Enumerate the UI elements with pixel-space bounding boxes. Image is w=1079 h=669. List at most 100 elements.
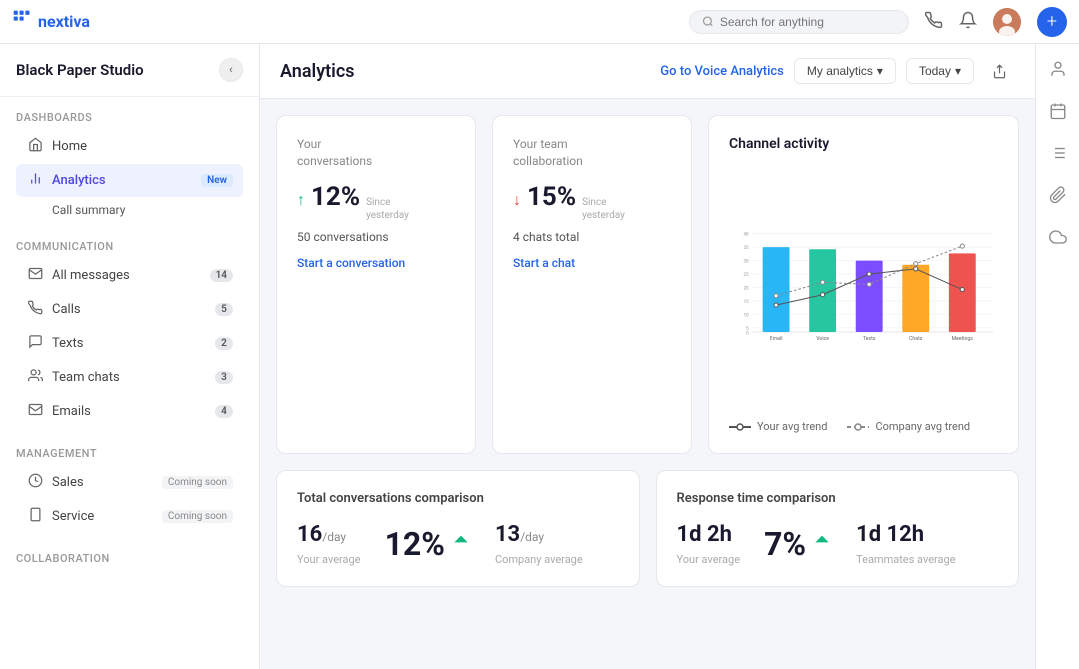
collaboration-card-title: Your team collaboration bbox=[513, 136, 671, 170]
svg-text:30: 30 bbox=[743, 259, 749, 265]
collaboration-percent: 15% bbox=[527, 182, 576, 212]
bar-chart-area: 40 35 30 25 20 15 10 5 0 bbox=[729, 168, 998, 408]
logo-text: nextiva bbox=[38, 12, 90, 31]
sidebar-item-sales[interactable]: Sales Coming soon bbox=[16, 466, 243, 499]
bottom-cards-row: Total conversations comparison 16/day Yo… bbox=[276, 470, 1019, 587]
analytics-label: Analytics bbox=[52, 173, 193, 188]
my-analytics-dropdown[interactable]: My analytics ▾ bbox=[794, 58, 896, 84]
share-icon bbox=[992, 64, 1007, 79]
emails-badge: 4 bbox=[215, 405, 233, 418]
sidebar-item-home[interactable]: Home bbox=[16, 130, 243, 163]
response-teammates-avg-num: 1d 12h bbox=[856, 522, 955, 547]
my-analytics-label: My analytics bbox=[807, 64, 873, 78]
conversations-card-title: Your conversations bbox=[297, 136, 455, 170]
avatar[interactable] bbox=[993, 8, 1021, 36]
team-chats-label: Team chats bbox=[52, 370, 207, 385]
sidebar-item-call-summary[interactable]: Call summary bbox=[16, 198, 243, 222]
cloud-icon[interactable] bbox=[1049, 228, 1067, 250]
page-title: Analytics bbox=[280, 61, 644, 82]
total-comparison-card: Total conversations comparison 16/day Yo… bbox=[276, 470, 640, 587]
svg-text:40: 40 bbox=[743, 232, 749, 238]
logo[interactable]: nextiva bbox=[12, 9, 90, 34]
conversations-since: Sinceyesterday bbox=[366, 196, 409, 222]
section-label-collaboration: Collaboration bbox=[16, 552, 243, 565]
svg-text:10: 10 bbox=[743, 312, 749, 318]
top-cards-row: Your conversations ↑ 12% Sinceyesterday … bbox=[276, 115, 1019, 454]
emails-label: Emails bbox=[52, 404, 207, 419]
page-header-actions: Go to Voice Analytics My analytics ▾ Tod… bbox=[660, 58, 1015, 84]
chart-legend: Your avg trend Company avg trend bbox=[729, 420, 998, 433]
analytics-icon bbox=[26, 171, 44, 190]
total-your-label: Your average bbox=[297, 553, 361, 566]
collaboration-arrow-down: ↓ bbox=[513, 190, 521, 210]
start-conversation-link[interactable]: Start a conversation bbox=[297, 256, 455, 270]
sidebar-item-analytics[interactable]: Analytics New bbox=[16, 164, 243, 197]
top-nav-icons: + bbox=[925, 7, 1067, 37]
calls-badge: 5 bbox=[215, 303, 233, 316]
sidebar-item-service[interactable]: Service Coming soon bbox=[16, 500, 243, 533]
service-label: Service bbox=[52, 509, 150, 524]
all-messages-badge: 14 bbox=[210, 269, 233, 282]
bar-chart-svg: 40 35 30 25 20 15 10 5 0 bbox=[729, 168, 998, 408]
sidebar-item-team-chats[interactable]: Team chats 3 bbox=[16, 361, 243, 394]
sidebar-item-texts[interactable]: Texts 2 bbox=[16, 327, 243, 360]
bell-icon[interactable] bbox=[959, 11, 977, 33]
texts-label: Texts bbox=[52, 336, 207, 351]
voice-analytics-link[interactable]: Go to Voice Analytics bbox=[660, 64, 784, 79]
conversations-count: 50 conversations bbox=[297, 230, 455, 244]
total-comp-values: 16/day Your average 12% 13/ bbox=[297, 522, 619, 566]
texts-icon bbox=[26, 334, 44, 353]
sidebar-item-emails[interactable]: Emails 4 bbox=[16, 395, 243, 428]
account-name: Black Paper Studio bbox=[16, 61, 144, 79]
calendar-icon[interactable] bbox=[1049, 102, 1067, 124]
sidebar-section-communication: Communication All messages 14 Calls 5 bbox=[0, 226, 259, 433]
response-your-label: Your average bbox=[677, 553, 741, 566]
user-profile-icon[interactable] bbox=[1049, 60, 1067, 82]
response-comp-values: 1d 2h Your average 7% 1d 12 bbox=[677, 522, 999, 566]
search-bar[interactable] bbox=[689, 10, 909, 34]
start-chat-link[interactable]: Start a chat bbox=[513, 256, 671, 270]
sidebar-section-management: Management Sales Coming soon Service Com… bbox=[0, 433, 259, 538]
sidebar-item-all-messages[interactable]: All messages 14 bbox=[16, 259, 243, 292]
response-comparison-card: Response time comparison 1d 2h Your aver… bbox=[656, 470, 1020, 587]
svg-text:5: 5 bbox=[746, 326, 749, 332]
team-chats-badge: 3 bbox=[215, 371, 233, 384]
conversations-value-row: ↑ 12% Sinceyesterday bbox=[297, 182, 455, 222]
team-chats-icon bbox=[26, 368, 44, 387]
sidebar-collapse-button[interactable]: ‹ bbox=[219, 58, 243, 82]
search-input[interactable] bbox=[720, 15, 896, 29]
svg-text:Meetings: Meetings bbox=[952, 336, 974, 342]
sidebar-header: Black Paper Studio ‹ bbox=[0, 44, 259, 97]
add-button[interactable]: + bbox=[1037, 7, 1067, 37]
main-content: Analytics Go to Voice Analytics My analy… bbox=[260, 44, 1035, 669]
total-company-avg-num: 13/day bbox=[495, 522, 583, 547]
collaboration-count: 4 chats total bbox=[513, 230, 671, 244]
sales-icon bbox=[26, 473, 44, 492]
share-button[interactable] bbox=[984, 59, 1015, 84]
response-comp-title: Response time comparison bbox=[677, 491, 999, 506]
response-up-icon bbox=[812, 534, 832, 554]
svg-text:Chats: Chats bbox=[909, 336, 923, 342]
page-header: Analytics Go to Voice Analytics My analy… bbox=[260, 44, 1035, 99]
section-label-communication: Communication bbox=[16, 240, 243, 253]
collaboration-value-row: ↓ 15% Sinceyesterday bbox=[513, 182, 671, 222]
svg-text:15: 15 bbox=[743, 299, 749, 305]
section-label-dashboards: Dashboards bbox=[16, 111, 243, 124]
phone-icon[interactable] bbox=[925, 11, 943, 33]
emails-icon bbox=[26, 402, 44, 421]
svg-text:0: 0 bbox=[746, 331, 749, 337]
paperclip-icon[interactable] bbox=[1049, 186, 1067, 208]
sidebar-item-calls[interactable]: Calls 5 bbox=[16, 293, 243, 326]
today-chevron: ▾ bbox=[955, 64, 961, 78]
list-icon[interactable] bbox=[1049, 144, 1067, 166]
top-navigation: nextiva + bbox=[0, 0, 1079, 44]
svg-text:25: 25 bbox=[743, 272, 749, 278]
response-your-avg: 1d 2h Your average bbox=[677, 522, 741, 566]
total-comp-title: Total conversations comparison bbox=[297, 491, 619, 506]
sales-label: Sales bbox=[52, 475, 150, 490]
svg-text:20: 20 bbox=[743, 286, 749, 292]
calls-label: Calls bbox=[52, 302, 207, 317]
svg-text:Email: Email bbox=[770, 336, 783, 342]
today-dropdown[interactable]: Today ▾ bbox=[906, 58, 974, 84]
search-icon bbox=[702, 15, 714, 28]
